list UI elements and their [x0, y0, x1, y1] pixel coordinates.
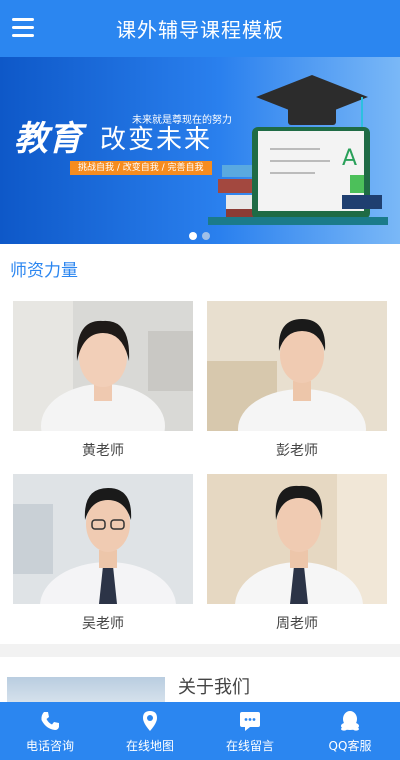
nav-label: 在线留言 [225, 738, 274, 753]
teacher-name: 彭老师 [276, 443, 318, 459]
teachers-section: 师资力量 黄老师 彭老师 吴老师 周老师 [0, 244, 400, 644]
teacher-card[interactable]: 周老师 [207, 474, 387, 633]
hero-banner[interactable]: A 教育 未来就是尊现在的努力 改变未来 挑战自我 / 改变自我 / 完善自我 [0, 57, 400, 244]
teacher-card[interactable]: 彭老师 [207, 301, 387, 460]
nav-label: QQ客服 [328, 738, 372, 753]
nav-phone[interactable]: 电话咨询 [0, 702, 100, 760]
section-title: 师资力量 [10, 261, 78, 281]
map-pin-icon [143, 710, 157, 731]
nav-qq[interactable]: QQ客服 [300, 702, 400, 760]
teacher-name: 周老师 [276, 616, 318, 632]
nav-message[interactable]: 在线留言 [200, 702, 300, 760]
banner-tags: 挑战自我 / 改变自我 / 完善自我 [70, 161, 212, 175]
teacher-name: 黄老师 [82, 443, 124, 459]
top-bar: 课外辅导课程模板 [0, 0, 400, 57]
banner-headline-main: 改变未来 [100, 125, 213, 155]
nav-label: 在线地图 [125, 738, 174, 753]
banner-headline-big: 教育 [14, 119, 82, 159]
teacher-card[interactable]: 吴老师 [13, 474, 193, 633]
teacher-card[interactable]: 黄老师 [13, 301, 193, 460]
slide-dot-active[interactable] [189, 232, 197, 240]
phone-icon [41, 711, 59, 730]
message-icon [240, 711, 260, 731]
qq-icon [341, 710, 359, 731]
svg-text:A: A [342, 146, 357, 171]
nav-map[interactable]: 在线地图 [100, 702, 200, 760]
teacher-photo [13, 301, 193, 431]
slide-dot[interactable] [202, 232, 210, 240]
teacher-photo [207, 301, 387, 431]
hamburger-menu-icon[interactable] [12, 18, 34, 38]
teacher-name: 吴老师 [82, 616, 124, 632]
bottom-nav: 电话咨询 在线地图 在线留言 QQ客服 [0, 702, 400, 760]
about-title: 关于我们 [178, 677, 250, 698]
nav-label: 电话咨询 [25, 738, 74, 753]
teacher-photo [13, 474, 193, 604]
page-title: 课外辅导课程模板 [116, 18, 284, 42]
teacher-photo [207, 474, 387, 604]
